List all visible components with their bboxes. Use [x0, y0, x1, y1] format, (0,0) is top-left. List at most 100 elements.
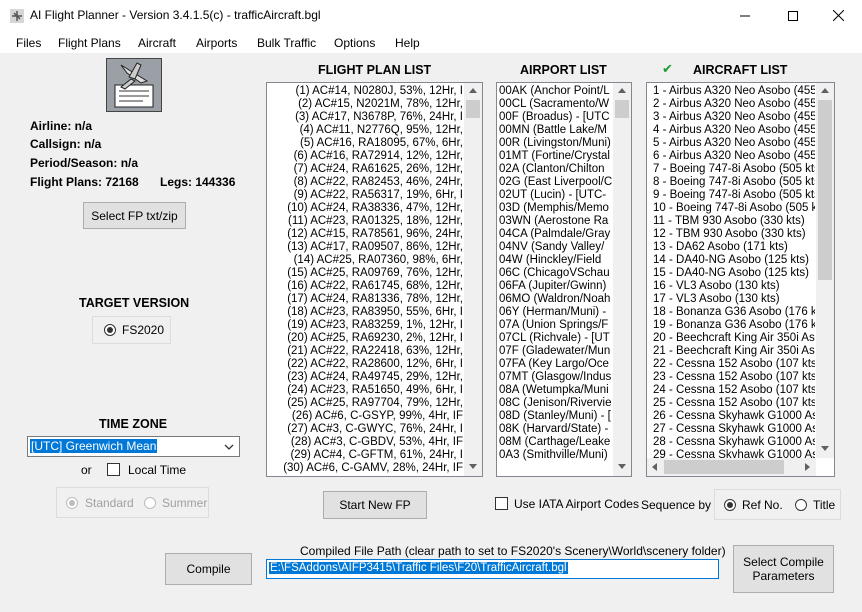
scroll-thumb[interactable]	[615, 100, 629, 118]
menu-options[interactable]: Options	[334, 36, 375, 50]
flight-plan-item[interactable]: (16) AC#22, RA61745, 68%, 12Hr,	[267, 280, 463, 293]
airport-item[interactable]: 07FA (Key Largo/Oce	[499, 358, 612, 371]
select-compile-parameters-button[interactable]: Select Compile Parameters	[733, 545, 834, 593]
scroll-right-icon[interactable]	[805, 463, 810, 471]
title-radio[interactable]	[795, 499, 807, 511]
airport-item[interactable]: 08D (Stanley/Muni) - [	[499, 410, 612, 423]
aircraft-item[interactable]: 15 - DA40-NG Asobo (125 kts)	[653, 267, 815, 280]
airport-item[interactable]: 01MT (Fortine/Crystal	[499, 150, 612, 163]
minimize-button[interactable]	[722, 0, 768, 31]
aircraft-item[interactable]: 16 - VL3 Asobo (130 kts)	[653, 280, 815, 293]
airport-item[interactable]: 06FA (Jupiter/Gwinn)	[499, 280, 612, 293]
airport-item[interactable]: 00AK (Anchor Point/L	[499, 85, 612, 98]
aircraft-item[interactable]: 18 - Bonanza G36 Asobo (176 kts	[653, 306, 815, 319]
airport-item[interactable]: 03D (Memphis/Memo	[499, 202, 612, 215]
airport-item[interactable]: 0A3 (Smithville/Muni)	[499, 449, 612, 462]
flight-plan-item[interactable]: (20) AC#25, RA69230, 2%, 12Hr, I	[267, 332, 463, 345]
flight-plan-item[interactable]: (18) AC#23, RA83950, 55%, 6Hr, I	[267, 306, 463, 319]
close-button[interactable]	[815, 0, 861, 31]
airport-item[interactable]: 04W (Hinckley/Field	[499, 254, 612, 267]
flight-plan-item[interactable]: (6) AC#16, RA72914, 12%, 12Hr,	[267, 150, 463, 163]
flight-plan-item[interactable]: (10) AC#24, RA38336, 47%, 12Hr,	[267, 202, 463, 215]
flight-plan-item[interactable]: (19) AC#23, RA83259, 1%, 12Hr, I	[267, 319, 463, 332]
flight-plan-item[interactable]: (2) AC#15, N2021M, 78%, 12Hr,	[267, 98, 463, 111]
flight-plan-item[interactable]: (9) AC#22, RA56317, 19%, 6Hr, I	[267, 189, 463, 202]
flight-plan-list[interactable]: (1) AC#14, N0280J, 53%, 12Hr, I (2) AC#15…	[266, 82, 483, 477]
use-iata-checkbox[interactable]	[495, 497, 508, 510]
airport-item[interactable]: 03WN (Aerostone Ra	[499, 215, 612, 228]
aircraft-item[interactable]: 9 - Boeing 747-8i Asobo (505 kts	[653, 189, 815, 202]
scroll-up-icon[interactable]	[618, 88, 626, 93]
hscroll-thumb[interactable]	[664, 460, 784, 474]
flight-plan-item[interactable]: (21) AC#22, RA22418, 63%, 12Hr,	[267, 345, 463, 358]
time-zone-dropdown[interactable]: [UTC] Greenwich Mean	[27, 436, 240, 457]
aircraft-item[interactable]: 25 - Cessna 152 Asobo (107 kts)	[653, 397, 815, 410]
aircraft-item[interactable]: 7 - Boeing 747-8i Asobo (505 kts	[653, 163, 815, 176]
airport-item[interactable]: 08K (Harvard/State) -	[499, 423, 612, 436]
menu-flight-plans[interactable]: Flight Plans	[58, 36, 121, 50]
flight-plan-item[interactable]: (17) AC#24, RA81336, 78%, 12Hr,	[267, 293, 463, 306]
airport-item[interactable]: 00CL (Sacramento/W	[499, 98, 612, 111]
flight-plan-item[interactable]: (23) AC#24, RA49745, 29%, 12Hr,	[267, 371, 463, 384]
flight-plan-item[interactable]: (25) AC#25, RA97704, 79%, 12Hr,	[267, 397, 463, 410]
flight-plan-item[interactable]: (15) AC#25, RA09769, 76%, 12Hr,	[267, 267, 463, 280]
aircraft-item[interactable]: 20 - Beechcraft King Air 350i Asob	[653, 332, 815, 345]
aircraft-item[interactable]: 6 - Airbus A320 Neo Asobo (455	[653, 150, 815, 163]
flight-plan-item[interactable]: (12) AC#15, RA78561, 96%, 24Hr,	[267, 228, 463, 241]
flight-plan-item[interactable]: (13) AC#17, RA09507, 86%, 12Hr,	[267, 241, 463, 254]
aircraft-scrollbar[interactable]	[816, 83, 834, 458]
scroll-thumb[interactable]	[466, 100, 480, 118]
aircraft-item[interactable]: 17 - VL3 Asobo (130 kts)	[653, 293, 815, 306]
scroll-thumb[interactable]	[818, 100, 832, 280]
flight-plan-item[interactable]: (26) AC#6, C-GSYP, 99%, 4Hr, IF	[267, 410, 463, 423]
flight-plan-item[interactable]: (3) AC#17, N3678P, 76%, 24Hr, I	[267, 111, 463, 124]
airport-item[interactable]: 08A (Wetumpka/Muni	[499, 384, 612, 397]
aircraft-hscrollbar[interactable]	[647, 458, 816, 476]
airport-item[interactable]: 07F (Gladewater/Mun	[499, 345, 612, 358]
menu-aircraft[interactable]: Aircraft	[138, 36, 176, 50]
airport-item[interactable]: 02UT (Lucin) - [UTC-	[499, 189, 612, 202]
standard-radio[interactable]	[66, 497, 78, 509]
compile-button[interactable]: Compile	[165, 553, 252, 585]
flight-plan-item[interactable]: (8) AC#22, RA82453, 46%, 24Hr,	[267, 176, 463, 189]
aircraft-item[interactable]: 24 - Cessna 152 Asobo (107 kts)	[653, 384, 815, 397]
flight-plan-item[interactable]: (14) AC#25, RA07360, 98%, 6Hr,	[267, 254, 463, 267]
airport-item[interactable]: 07A (Union Springs/F	[499, 319, 612, 332]
aircraft-item[interactable]: 1 - Airbus A320 Neo Asobo (455	[653, 85, 815, 98]
scroll-left-icon[interactable]	[652, 463, 657, 471]
menu-help[interactable]: Help	[395, 36, 420, 50]
aircraft-item[interactable]: 10 - Boeing 747-8i Asobo (505 ks	[653, 202, 815, 215]
flight-plan-item[interactable]: (22) AC#22, RA28600, 12%, 6Hr, I	[267, 358, 463, 371]
scroll-down-icon[interactable]	[821, 446, 829, 451]
airport-item[interactable]: 08M (Carthage/Leake	[499, 436, 612, 449]
aircraft-item[interactable]: 11 - TBM 930 Asobo (330 kts)	[653, 215, 815, 228]
flight-plan-item[interactable]: (27) AC#3, C-GWYC, 76%, 24Hr, I	[267, 423, 463, 436]
flight-plan-item[interactable]: (30) AC#6, C-GAMV, 28%, 24Hr, IF	[267, 462, 463, 475]
aircraft-item[interactable]: 3 - Airbus A320 Neo Asobo (455	[653, 111, 815, 124]
aircraft-item[interactable]: 12 - TBM 930 Asobo (330 kts)	[653, 228, 815, 241]
airport-item[interactable]: 07MT (Glasgow/Indus	[499, 371, 612, 384]
start-new-fp-button[interactable]: Start New FP	[323, 491, 427, 519]
scroll-down-icon[interactable]	[618, 464, 626, 469]
airport-item[interactable]: 06Y (Herman/Muni) -	[499, 306, 612, 319]
airport-item[interactable]: 00R (Livingston/Muni)	[499, 137, 612, 150]
flight-plan-item[interactable]: (29) AC#4, C-GFTM, 61%, 24Hr, I	[267, 449, 463, 462]
airport-item[interactable]: 00MN (Battle Lake/M	[499, 124, 612, 137]
airport-item[interactable]: 06MO (Waldron/Noah	[499, 293, 612, 306]
aircraft-item[interactable]: 21 - Beechcraft King Air 350i Asob	[653, 345, 815, 358]
aircraft-list[interactable]: 1 - Airbus A320 Neo Asobo (455 2 - Airbus…	[646, 82, 835, 477]
aircraft-item[interactable]: 19 - Bonanza G36 Asobo (176 kts	[653, 319, 815, 332]
flight-plan-item[interactable]: (11) AC#23, RA01325, 18%, 12Hr,	[267, 215, 463, 228]
fs2020-radio[interactable]	[104, 324, 116, 336]
aircraft-item[interactable]: 13 - DA62 Asobo (171 kts)	[653, 241, 815, 254]
aircraft-item[interactable]: 26 - Cessna Skyhawk G1000 Aso	[653, 410, 815, 423]
select-fp-button[interactable]: Select FP txt/zip	[83, 202, 186, 229]
airport-item[interactable]: 08C (Jenison/Rivervie	[499, 397, 612, 410]
airport-list[interactable]: 00AK (Anchor Point/L 00CL (Sacramento/W 00…	[496, 82, 632, 477]
flight-plan-item[interactable]: (24) AC#23, RA51650, 49%, 6Hr, I	[267, 384, 463, 397]
scroll-down-icon[interactable]	[469, 464, 477, 469]
airport-item[interactable]: 04CA (Palmdale/Gray	[499, 228, 612, 241]
aircraft-item[interactable]: 5 - Airbus A320 Neo Asobo (455	[653, 137, 815, 150]
aircraft-item[interactable]: 4 - Airbus A320 Neo Asobo (455	[653, 124, 815, 137]
airport-item[interactable]: 04NV (Sandy Valley/	[499, 241, 612, 254]
